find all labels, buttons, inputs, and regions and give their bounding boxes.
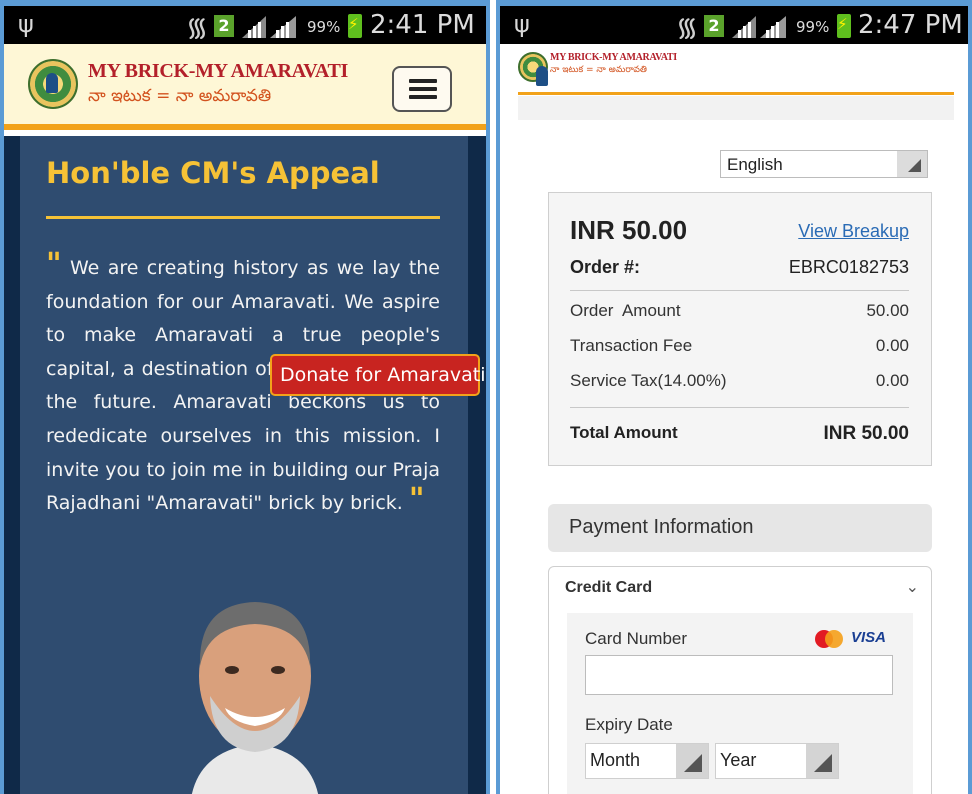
expiry-date-label: Expiry Date [585, 715, 673, 734]
right-phone-screenshot: ψ ᯾ 2 99% 2:47 PM MY BRICK-MY AMARAVATI … [496, 0, 972, 794]
mastercard-icon [815, 630, 843, 648]
site-header: MY BRICK-MY AMARAVATI నా ఇటుక = నా అమరావ… [4, 44, 486, 130]
payment-information-title: Payment Information [569, 516, 754, 538]
usb-icon: ψ [514, 10, 530, 38]
language-select[interactable]: English [720, 150, 928, 178]
brand-name-telugu: నా ఇటుక = నా అమరావతి [88, 86, 272, 106]
total-label: Total Amount [570, 423, 678, 442]
summary-row-label: Transaction Fee [570, 336, 693, 355]
sim-badge: 2 [704, 15, 724, 37]
appeal-section: Hon'ble CM's Appeal " We are creating hi… [4, 136, 486, 794]
site-header: MY BRICK-MY AMARAVATI నా ఇటుక = నా అమరావ… [500, 44, 968, 95]
dropdown-arrow-icon [806, 744, 838, 778]
left-screen: ψ ᯾ 2 99% 2:41 PM MY BRICK-MY AMARAVATI … [4, 6, 486, 794]
status-bar: ψ ᯾ 2 99% 2:41 PM [4, 6, 486, 44]
card-form: Card Number VISA Expiry Date Month Year [567, 613, 913, 794]
battery-percent: 99% [307, 18, 341, 36]
signal-icon [732, 16, 786, 38]
battery-icon [348, 14, 362, 38]
order-summary: INR 50.00 View Breakup Order #: EBRC0182… [548, 192, 932, 466]
title-divider [46, 216, 440, 219]
total-value: INR 50.00 [823, 423, 909, 444]
card-number-label: Card Number [585, 629, 688, 648]
signal-icon [242, 16, 296, 38]
expiry-month-value: Month [590, 750, 641, 770]
header-divider [518, 92, 954, 95]
quote-close-mark: " [408, 482, 425, 518]
summary-row-value: 0.00 [875, 336, 909, 355]
wifi-icon: ᯾ [676, 13, 699, 43]
summary-divider [570, 290, 909, 291]
expiry-month-select[interactable]: Month [585, 743, 709, 779]
summary-row-label: Order Amount [570, 301, 681, 320]
clock: 2:47 PM [858, 10, 963, 40]
right-screen: ψ ᯾ 2 99% 2:47 PM MY BRICK-MY AMARAVATI … [500, 6, 968, 794]
dropdown-arrow-icon [897, 151, 927, 177]
payment-page: English INR 50.00 View Breakup Order #: … [518, 96, 954, 794]
brand-name-english: MY BRICK-MY AMARAVATI [550, 52, 677, 63]
cm-portrait [191, 602, 319, 794]
battery-icon [837, 14, 851, 38]
sim-badge: 2 [214, 15, 234, 37]
appeal-title: Hon'ble CM's Appeal [46, 156, 380, 190]
expiry-year-select[interactable]: Year [715, 743, 839, 779]
summary-row-label: Service Tax(14.00%) [570, 371, 727, 390]
emblem-icon [28, 59, 78, 109]
credit-card-panel: Credit Card ⌄ Card Number VISA Expiry Da… [548, 566, 932, 794]
total-row: Total Amount INR 50.00 [570, 423, 909, 444]
dropdown-arrow-icon [676, 744, 708, 778]
order-number: EBRC0182753 [788, 257, 909, 277]
donate-button[interactable]: Donate for Amaravati [270, 354, 486, 396]
summary-row: Order Amount 50.00 [570, 301, 909, 321]
menu-icon [409, 79, 437, 83]
appeal-panel: Hon'ble CM's Appeal " We are creating hi… [20, 136, 468, 794]
usb-icon: ψ [18, 10, 34, 38]
summary-row: Service Tax(14.00%) 0.00 [570, 371, 909, 391]
summary-row: Transaction Fee 0.00 [570, 336, 909, 356]
menu-button[interactable] [392, 66, 452, 112]
expiry-year-value: Year [720, 750, 757, 770]
status-bar: ψ ᯾ 2 99% 2:47 PM [500, 6, 968, 44]
chevron-down-icon[interactable]: ⌄ [906, 577, 919, 597]
order-number-label: Order #: [570, 257, 641, 277]
quote-open-mark: " [46, 247, 62, 282]
summary-row-value: 50.00 [866, 301, 909, 320]
wifi-icon: ᯾ [186, 13, 209, 43]
emblem-icon [518, 52, 548, 86]
brand-name-english: MY BRICK-MY AMARAVATI [88, 60, 348, 82]
card-number-input[interactable] [585, 655, 893, 695]
credit-card-label[interactable]: Credit Card [565, 579, 652, 597]
clock: 2:41 PM [370, 10, 475, 40]
visa-logo: VISA [851, 629, 887, 646]
payment-information-header: Payment Information [548, 504, 932, 552]
summary-row-value: 0.00 [875, 371, 909, 390]
order-amount-headline: INR 50.00 [570, 215, 688, 245]
brand-name-telugu: నా ఇటుక = నా అమరావతి [550, 65, 647, 75]
summary-divider [570, 407, 909, 408]
view-breakup-link[interactable]: View Breakup [798, 221, 909, 242]
language-value: English [727, 155, 783, 174]
payment-card: English INR 50.00 View Breakup Order #: … [518, 120, 954, 794]
left-phone-screenshot: ψ ᯾ 2 99% 2:41 PM MY BRICK-MY AMARAVATI … [0, 0, 490, 794]
battery-percent: 99% [796, 18, 830, 36]
